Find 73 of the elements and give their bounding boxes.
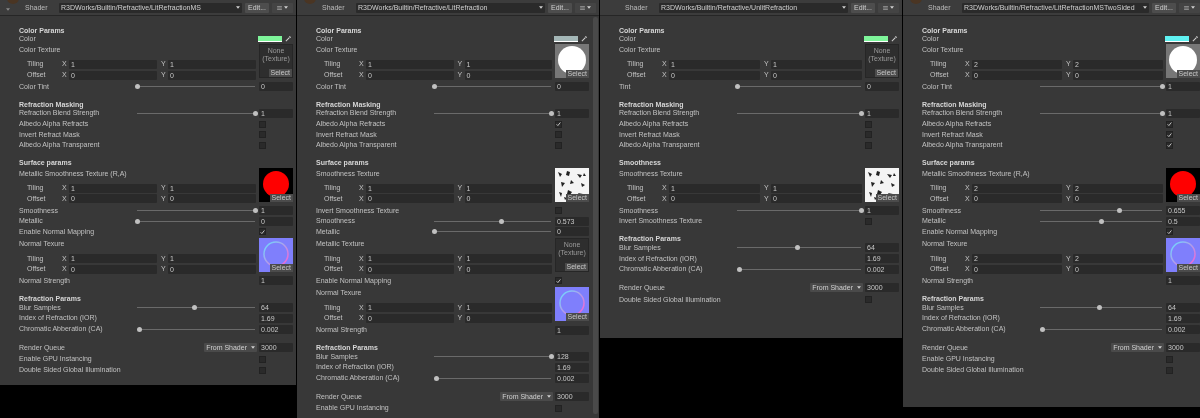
checkbox[interactable] [259, 228, 266, 236]
list-icon [277, 5, 282, 10]
caret-icon [236, 6, 241, 9]
checkmark-icon [556, 277, 561, 284]
checkbox[interactable] [1166, 131, 1173, 139]
slider-thumb[interactable] [734, 84, 740, 90]
checkmark-icon [260, 228, 265, 235]
caret-icon [547, 395, 551, 399]
checkbox[interactable] [1166, 141, 1173, 149]
slider-thumb[interactable] [499, 218, 505, 224]
texture-thumbnail[interactable] [259, 238, 293, 273]
menu-button[interactable] [272, 2, 293, 13]
slider-thumb[interactable] [795, 245, 801, 251]
texture-thumbnail[interactable] [1166, 238, 1200, 273]
slider-thumb[interactable] [1039, 326, 1045, 332]
slider-thumb[interactable] [1159, 84, 1165, 90]
caret-icon [1143, 6, 1148, 9]
caret-icon [1191, 6, 1195, 9]
color-swatch[interactable] [864, 35, 888, 42]
slider-thumb[interactable] [433, 375, 439, 381]
caret-icon [857, 286, 861, 290]
slider-thumb[interactable] [252, 110, 258, 116]
slider-thumb[interactable] [192, 305, 198, 311]
checkbox[interactable] [555, 120, 562, 128]
menu-button[interactable] [1179, 2, 1200, 13]
eyedropper-icon[interactable] [1192, 35, 1199, 42]
menu-button[interactable] [878, 2, 899, 13]
checkbox[interactable] [1166, 228, 1173, 236]
slider-thumb[interactable] [858, 110, 864, 116]
caret-icon [890, 6, 894, 9]
list-icon [580, 5, 585, 10]
list-icon [1184, 5, 1189, 10]
slider-thumb[interactable] [136, 326, 142, 332]
texture-thumbnail[interactable] [865, 167, 899, 202]
caret-icon [1158, 346, 1162, 350]
checkbox[interactable] [1166, 120, 1173, 128]
slider-thumb[interactable] [252, 208, 258, 214]
slider-thumb[interactable] [134, 218, 140, 224]
eyedropper-icon[interactable] [285, 35, 292, 42]
slider-thumb[interactable] [1098, 218, 1104, 224]
list-icon [883, 5, 888, 10]
texture-thumbnail[interactable] [555, 44, 589, 78]
color-swatch[interactable] [554, 35, 578, 42]
texture-thumbnail[interactable] [1166, 44, 1200, 78]
caret-icon [587, 6, 591, 9]
caret-icon [251, 346, 255, 350]
checkmark-icon [556, 121, 561, 128]
slider-thumb[interactable] [134, 84, 140, 90]
slider-thumb[interactable] [1097, 305, 1103, 311]
slider-thumb[interactable] [736, 266, 742, 272]
eyedropper-icon[interactable] [891, 35, 898, 42]
eyedropper-icon[interactable] [581, 35, 588, 42]
texture-thumbnail[interactable] [555, 167, 589, 202]
slider-thumb[interactable] [548, 354, 554, 360]
menu-button[interactable] [575, 2, 596, 13]
slider-thumb[interactable] [1159, 110, 1165, 116]
slider-thumb[interactable] [858, 208, 864, 214]
slider-thumb[interactable] [431, 229, 437, 235]
color-swatch[interactable] [1165, 35, 1189, 42]
caret-icon [284, 6, 288, 9]
texture-thumbnail[interactable] [259, 167, 293, 202]
scrollbar[interactable] [593, 17, 598, 414]
slider-thumb[interactable] [431, 84, 437, 90]
texture-thumbnail[interactable] [1166, 167, 1200, 202]
slider-thumb[interactable] [548, 110, 554, 116]
checkbox[interactable] [555, 277, 562, 285]
color-swatch[interactable] [258, 35, 282, 42]
checkmark-icon [1167, 228, 1172, 235]
caret-icon [539, 6, 544, 9]
foldout-icon[interactable] [6, 8, 10, 11]
caret-icon [842, 6, 847, 9]
slider-thumb[interactable] [1117, 208, 1123, 214]
texture-thumbnail[interactable] [555, 287, 589, 322]
